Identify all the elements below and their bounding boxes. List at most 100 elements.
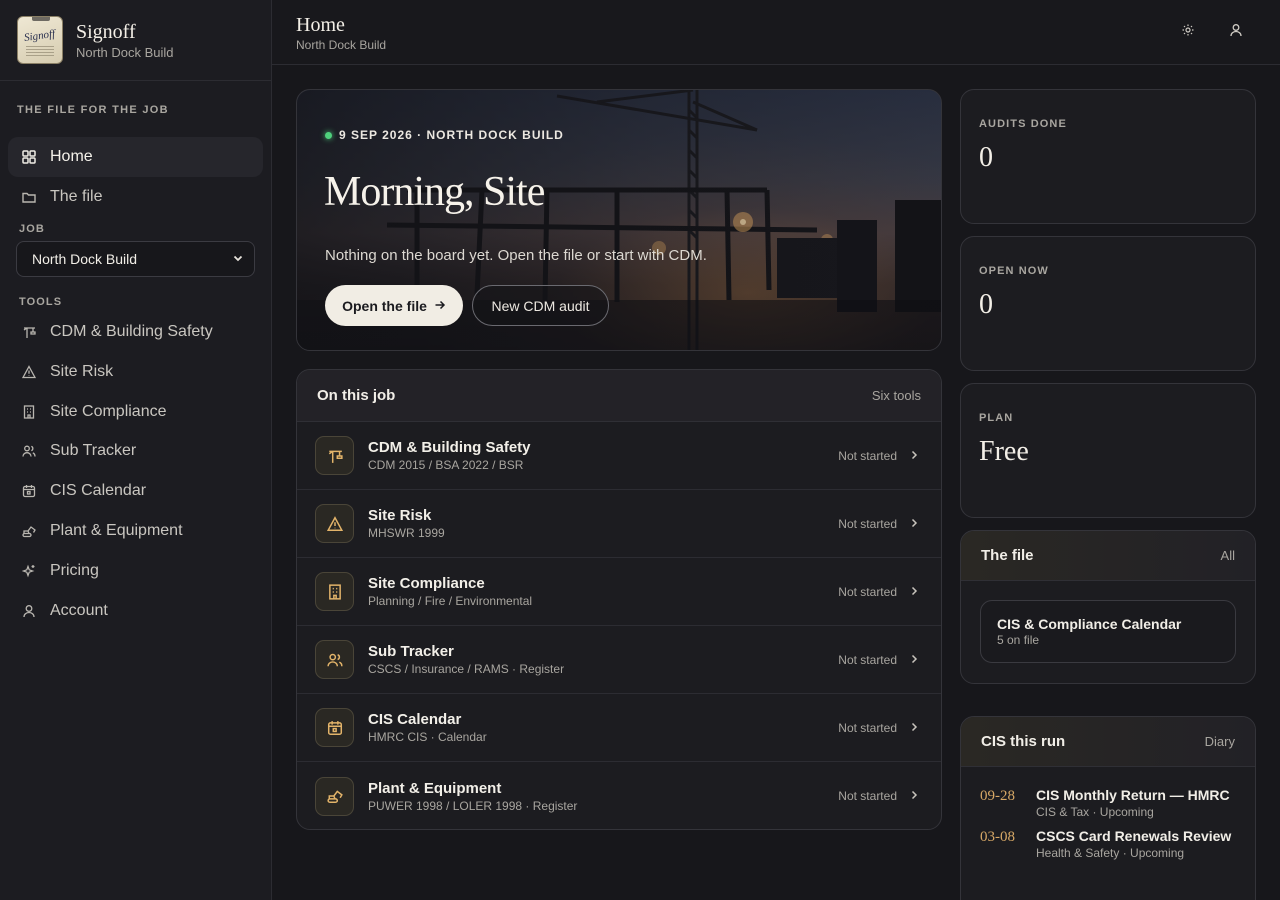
tools-card: On this job Six tools CDM & Building Saf… (296, 369, 942, 830)
cis-item[interactable]: 03-08 CSCS Card Renewals Review Health &… (961, 828, 1255, 860)
cis-panel: CIS this run Diary 09-28 CIS Monthly Ret… (960, 716, 1256, 900)
sidebar-item-pricing[interactable]: Pricing (8, 551, 263, 591)
tool-name: Site Risk (368, 507, 432, 524)
building-icon (315, 572, 354, 611)
arrow-right-icon (434, 298, 446, 314)
tool-status: Not started (838, 584, 897, 599)
chevron-right-icon (909, 787, 919, 805)
sparkles-icon (22, 564, 36, 578)
crane-icon (22, 325, 36, 339)
hero-text: Nothing on the board yet. Open the file … (325, 247, 707, 264)
users-icon (315, 640, 354, 679)
tool-row-sub-tracker[interactable]: Sub Tracker CSCS / Insurance / RAMS · Re… (297, 626, 941, 694)
stat-value: 0 (979, 142, 993, 173)
sidebar-item-label: Home (50, 148, 93, 165)
stat-value: Free (979, 436, 1029, 467)
brand-title: Signoff (76, 20, 136, 43)
file-panel: The file All CIS & Compliance Calendar 5… (960, 530, 1256, 684)
file-card[interactable]: CIS & Compliance Calendar 5 on file (980, 600, 1236, 663)
chevron-right-icon (909, 583, 919, 601)
brand[interactable]: Signoff Signoff North Dock Build (0, 0, 271, 81)
chevron-right-icon (909, 719, 919, 737)
cis-title: CIS Monthly Return — HMRC (1036, 787, 1230, 803)
sidebar-item-label: CIS Calendar (50, 482, 147, 499)
warning-icon (315, 504, 354, 543)
folder-icon (22, 190, 36, 204)
sidebar-item-label: Site Compliance (50, 403, 167, 420)
sidebar-item-site-compliance[interactable]: Site Compliance (8, 392, 263, 432)
job-select[interactable]: North Dock Build (16, 241, 255, 277)
chevron-right-icon (909, 447, 919, 465)
theme-toggle-button[interactable] (1176, 20, 1200, 44)
cis-date: 03-08 (980, 829, 1015, 845)
open-file-label: Open the file (342, 297, 427, 314)
cis-meta: Health & Safety · Upcoming (1036, 846, 1185, 860)
sidebar-item-the-file[interactable]: The file (8, 177, 263, 217)
building-icon (22, 405, 36, 419)
chevron-right-icon (909, 651, 919, 669)
top-bar: Home North Dock Build (272, 0, 1280, 65)
page-subtitle: North Dock Build (296, 38, 387, 52)
file-card-name: CIS & Compliance Calendar (997, 616, 1182, 632)
cis-panel-diary-link[interactable]: Diary (1205, 734, 1235, 749)
sidebar-item-label: CDM & Building Safety (50, 323, 213, 340)
tool-desc: MHSWR 1999 (368, 526, 445, 540)
sidebar-item-cdm[interactable]: CDM & Building Safety (8, 312, 263, 352)
cis-title: CSCS Card Renewals Review (1036, 828, 1232, 844)
tool-desc: Planning / Fire / Environmental (368, 594, 533, 608)
sidebar-item-site-risk[interactable]: Site Risk (8, 352, 263, 392)
tool-row-cdm[interactable]: CDM & Building Safety CDM 2015 / BSA 202… (297, 422, 941, 490)
stat-audits-done: AUDITS DONE 0 (960, 89, 1256, 224)
stat-label: OPEN NOW (979, 265, 1049, 277)
cis-item[interactable]: 09-28 CIS Monthly Return — HMRC CIS & Ta… (961, 787, 1255, 819)
brand-subtitle: North Dock Build (76, 44, 174, 60)
page-title: Home (296, 14, 345, 36)
sidebar-item-account[interactable]: Account (8, 591, 263, 631)
job-select-value: North Dock Build (32, 251, 138, 267)
tool-status: Not started (838, 789, 897, 803)
sidebar-item-label: Plant & Equipment (50, 522, 183, 539)
user-icon (1229, 23, 1243, 42)
tool-row-site-compliance[interactable]: Site Compliance Planning / Fire / Enviro… (297, 558, 941, 626)
tools-label: TOOLS (19, 296, 63, 308)
tool-status: Not started (838, 652, 897, 667)
tool-name: CDM & Building Safety (368, 439, 531, 456)
open-file-button[interactable]: Open the file (325, 285, 463, 326)
tool-desc: CDM 2015 / BSA 2022 / BSR (368, 458, 524, 472)
sidebar-item-label: Sub Tracker (50, 442, 137, 459)
account-button[interactable] (1224, 20, 1248, 44)
sidebar-item-cis-calendar[interactable]: CIS Calendar (8, 471, 263, 511)
sidebar-item-plant-equipment[interactable]: Plant & Equipment (8, 511, 263, 551)
cis-meta: CIS & Tax · Upcoming (1036, 805, 1154, 819)
tool-row-cis-calendar[interactable]: CIS Calendar HMRC CIS · Calendar Not sta… (297, 694, 941, 762)
sun-icon (1182, 23, 1194, 41)
sidebar-item-label: The file (50, 188, 103, 205)
file-panel-title: The file (981, 547, 1034, 564)
hero-banner: 9 SEP 2026 · NORTH DOCK BUILD Morning, S… (296, 89, 942, 351)
tool-name: Site Compliance (368, 575, 485, 592)
hero-date: 9 SEP 2026 · NORTH DOCK BUILD (339, 128, 564, 142)
hero-kicker: 9 SEP 2026 · NORTH DOCK BUILD (325, 128, 564, 142)
new-cdm-audit-button[interactable]: New CDM audit (472, 285, 609, 326)
tool-desc: CSCS / Insurance / RAMS · Register (368, 662, 565, 676)
sidebar-item-sub-tracker[interactable]: Sub Tracker (8, 431, 263, 471)
sidebar: Signoff Signoff North Dock Build THE FIL… (0, 0, 272, 900)
warning-icon (22, 365, 36, 379)
tool-status: Not started (838, 720, 897, 735)
user-icon (22, 604, 36, 618)
job-label: JOB (19, 223, 45, 235)
users-icon (22, 444, 36, 458)
stat-value: 0 (979, 289, 993, 320)
tool-row-site-risk[interactable]: Site Risk MHSWR 1999 Not started (297, 490, 941, 558)
tool-status: Not started (838, 448, 897, 463)
sidebar-item-label: Pricing (50, 562, 99, 579)
calendar-icon (315, 708, 354, 747)
file-panel-all-link[interactable]: All (1221, 548, 1235, 563)
hero-title: Morning, Site (324, 169, 545, 215)
sidebar-item-home[interactable]: Home (8, 137, 263, 177)
chevron-right-icon (909, 515, 919, 533)
cis-panel-title: CIS this run (981, 733, 1066, 750)
tool-row-plant-equipment[interactable]: Plant & Equipment PUWER 1998 / LOLER 199… (297, 762, 941, 829)
tools-card-title: On this job (317, 387, 396, 404)
tool-desc: PUWER 1998 / LOLER 1998 · Register (368, 798, 578, 813)
